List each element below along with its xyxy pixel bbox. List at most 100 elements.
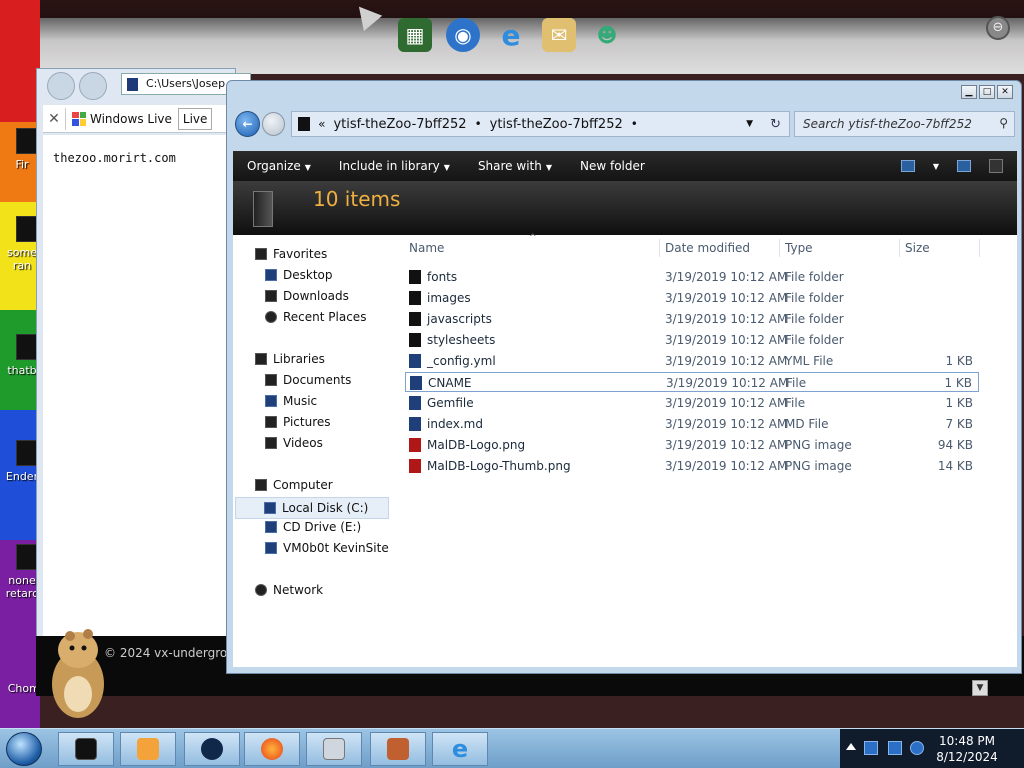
close-icon[interactable]: ✕ [43, 111, 65, 127]
nav-computer[interactable]: Computer [255, 478, 333, 492]
tray-shortcut-icon[interactable]: ▦ [398, 18, 432, 52]
file-name: CNAME [428, 376, 472, 390]
table-row[interactable]: Gemfile 3/19/2019 10:12 AM File 1 KB [405, 393, 979, 413]
table-row[interactable]: javascripts 3/19/2019 10:12 AM File folder [405, 309, 979, 329]
desktop-icon[interactable]: none retarc [4, 544, 40, 600]
nav-cd-drive[interactable]: CD Drive (E:) [265, 520, 361, 534]
forward-button[interactable] [262, 112, 286, 136]
nav-videos[interactable]: Videos [265, 436, 323, 450]
globe-network-icon[interactable]: ◉ [446, 18, 480, 52]
users-icon[interactable]: ☻ [590, 18, 624, 52]
chevron-down-icon[interactable]: ▼ [972, 680, 988, 696]
browser-forward-button[interactable] [79, 72, 107, 100]
nav-label: Network [273, 583, 324, 597]
mail-app-icon[interactable] [306, 732, 362, 766]
organize-button[interactable]: Organize ▼ [233, 159, 325, 173]
table-row[interactable]: MalDB-Logo.png 3/19/2019 10:12 AM PNG imag… [405, 435, 979, 455]
internet-explorer-app-icon[interactable]: e [432, 732, 488, 766]
file-date: 3/19/2019 10:12 AM [665, 291, 788, 305]
preview-pane-icon[interactable] [957, 160, 971, 172]
view-options-icon[interactable] [900, 160, 915, 172]
browser-page: thezoo.morirt.com [43, 135, 231, 687]
minimize-button[interactable]: ▁ [961, 85, 977, 99]
column-divider[interactable] [979, 239, 980, 257]
table-row[interactable]: images 3/19/2019 10:12 AM File folder [405, 288, 979, 308]
column-divider[interactable] [659, 239, 660, 257]
media-player-app-icon[interactable] [120, 732, 176, 766]
maximize-button[interactable]: □ [979, 85, 995, 99]
nav-pictures[interactable]: Pictures [265, 415, 331, 429]
breadcrumb-segment[interactable]: ytisf-theZoo-7bff252 [490, 117, 623, 132]
breadcrumb-separator[interactable]: • [475, 117, 482, 131]
table-row[interactable]: MalDB-Logo-Thumb.png 3/19/2019 10:12 AM PN… [405, 456, 979, 476]
table-row[interactable]: CNAME 3/19/2019 10:12 AM File 1 KB [405, 372, 979, 392]
desktop-icon[interactable]: Ender [4, 440, 40, 483]
show-hidden-icons-icon[interactable] [846, 743, 856, 750]
browser-back-button[interactable] [47, 72, 75, 100]
internet-explorer-icon[interactable]: e [494, 18, 528, 52]
firefox-app-icon[interactable] [244, 732, 300, 766]
back-button[interactable]: ← [235, 111, 261, 137]
include-in-library-button[interactable]: Include in library ▼ [325, 159, 464, 173]
nav-music[interactable]: Music [265, 394, 317, 408]
documents-icon [265, 374, 277, 386]
column-header-size[interactable]: Size [905, 241, 930, 255]
breadcrumb[interactable]: « ytisf-theZoo-7bff252 • ytisf-theZoo-7b… [291, 111, 791, 137]
action-center-icon[interactable] [888, 741, 902, 755]
game-app-icon[interactable] [370, 732, 426, 766]
breadcrumb-segment[interactable]: ytisf-theZoo-7bff252 [333, 117, 466, 132]
cd-drive-icon [265, 521, 277, 533]
breadcrumb-overflow[interactable]: « [318, 117, 325, 131]
column-divider[interactable] [899, 239, 900, 257]
new-folder-button[interactable]: New folder [566, 159, 659, 173]
desktop-icon[interactable]: thatb [4, 334, 40, 377]
footer-text: © 2024 vx-undergroun [104, 646, 243, 660]
dock-close-icon[interactable]: ⊖ [986, 16, 1010, 40]
refresh-icon[interactable]: ↻ [770, 117, 781, 132]
share-with-button[interactable]: Share with ▼ [464, 159, 566, 173]
mail-icon[interactable]: ✉ [542, 18, 576, 52]
dock-icons: ▦ ◉ e ✉ ☻ [398, 18, 624, 52]
network-status-icon[interactable] [864, 741, 878, 755]
globe-app-icon[interactable] [184, 732, 240, 766]
search-icon[interactable]: ⚲ [999, 116, 1008, 130]
chevron-down-icon[interactable]: ▼ [933, 162, 939, 171]
table-row[interactable]: fonts 3/19/2019 10:12 AM File folder [405, 267, 979, 287]
column-header-name[interactable]: Name [409, 241, 444, 255]
desktop-icon-label: Fir [15, 158, 29, 171]
nav-recent-places[interactable]: Recent Places [265, 310, 366, 324]
browser-tab-label: Live S [182, 111, 211, 126]
table-row[interactable]: _config.yml 3/19/2019 10:12 AM YML File 1 K… [405, 351, 979, 371]
nav-network[interactable]: Network [255, 583, 323, 597]
globe-glyph [201, 738, 223, 760]
breadcrumb-separator[interactable]: • [631, 117, 638, 131]
column-header-type[interactable]: Type [785, 241, 813, 255]
nav-downloads[interactable]: Downloads [265, 289, 349, 303]
close-button[interactable]: ✕ [997, 85, 1013, 99]
nav-desktop[interactable]: Desktop [265, 268, 333, 282]
browser-tab-live-search[interactable]: Live S [177, 107, 212, 130]
nav-favorites[interactable]: Favorites [255, 247, 327, 261]
folder-icon [409, 270, 421, 284]
explorer-app-icon[interactable] [58, 732, 114, 766]
desktop-icon[interactable]: some ran [4, 216, 40, 272]
chevron-down-icon[interactable]: ▼ [746, 119, 753, 129]
start-button[interactable] [6, 732, 42, 766]
column-header-date[interactable]: Date modified [665, 241, 750, 255]
column-divider[interactable] [779, 239, 780, 257]
browser-tab-windows-live[interactable]: Windows Live [65, 107, 178, 130]
clock[interactable]: 10:48 PM 8/12/2024 [932, 733, 1002, 765]
table-row[interactable]: stylesheets 3/19/2019 10:12 AM File folder [405, 330, 979, 350]
nav-local-disk[interactable]: Local Disk (C:) [235, 497, 389, 519]
hamster-mascot-icon [52, 629, 104, 718]
help-icon[interactable] [989, 159, 1003, 173]
nav-network-drive[interactable]: VM0b0t KevinSite [265, 541, 389, 555]
desktop-icon[interactable]: Fir [4, 128, 40, 171]
nav-documents[interactable]: Documents [265, 373, 351, 387]
search-input[interactable]: Search ytisf-theZoo-7bff252 ⚲ [794, 111, 1015, 137]
volume-icon[interactable] [910, 741, 924, 755]
nav-libraries[interactable]: Libraries [255, 352, 325, 366]
file-name: stylesheets [427, 333, 496, 347]
table-row[interactable]: index.md 3/19/2019 10:12 AM MD File 7 KB [405, 414, 979, 434]
music-icon [265, 395, 277, 407]
